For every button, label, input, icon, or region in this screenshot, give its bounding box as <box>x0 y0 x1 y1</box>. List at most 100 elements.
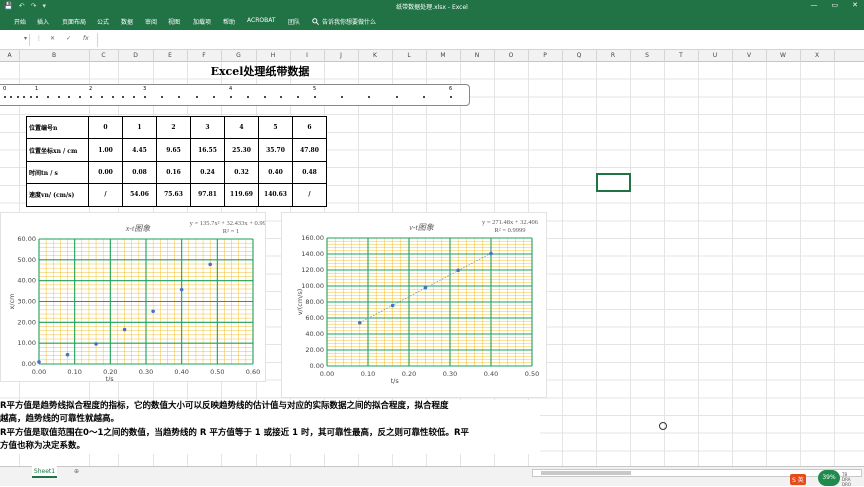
table-cell[interactable]: 75.63 <box>156 183 191 207</box>
column-header-l[interactable]: L <box>392 52 426 59</box>
table-cell[interactable]: 1 <box>122 115 157 140</box>
table-cell[interactable]: 6 <box>292 115 327 140</box>
zoom-level-badge[interactable]: 39% <box>818 470 840 486</box>
add-sheet-icon[interactable]: ⊕ <box>74 468 79 475</box>
column-header-o[interactable]: O <box>494 52 528 59</box>
table-cell[interactable]: 2 <box>156 115 191 140</box>
minimize-button[interactable]: — <box>811 1 818 9</box>
sheet-tab-sheet1[interactable]: Sheet1 <box>32 466 57 478</box>
table-cell[interactable]: 140.63 <box>258 183 293 207</box>
table-cell[interactable]: 1.00 <box>88 138 123 162</box>
data-point[interactable] <box>423 285 428 290</box>
column-header-g[interactable]: G <box>221 52 256 59</box>
column-header-r[interactable]: R <box>596 52 630 59</box>
table-cell[interactable]: 97.81 <box>190 183 225 207</box>
table-cell[interactable]: 9.65 <box>156 138 191 162</box>
table-cell[interactable]: 0.48 <box>292 160 327 185</box>
tab-addins[interactable]: 加载项 <box>193 17 211 26</box>
table-cell[interactable]: 0.40 <box>258 160 293 185</box>
tab-review[interactable]: 审阅 <box>145 17 157 26</box>
tab-data[interactable]: 数据 <box>121 17 133 26</box>
row-header-cell[interactable]: 位置坐标xn / cm <box>26 138 89 162</box>
column-header-c[interactable]: C <box>89 52 118 59</box>
column-header-i[interactable]: I <box>290 52 324 59</box>
column-header-h[interactable]: H <box>256 52 290 59</box>
column-header-w[interactable]: W <box>766 52 800 59</box>
row-header-cell[interactable]: 位置编号n <box>26 115 89 140</box>
table-cell[interactable]: 25.30 <box>224 138 259 162</box>
scrollbar-thumb[interactable] <box>541 471 631 475</box>
row-header-cell[interactable]: 速度vn/ (cm/s) <box>26 183 89 207</box>
tab-home[interactable]: 开始 <box>14 17 26 26</box>
column-header-t[interactable]: T <box>664 52 698 59</box>
column-header-s[interactable]: S <box>630 52 664 59</box>
column-header-f[interactable]: F <box>187 52 221 59</box>
table-cell[interactable]: 0 <box>88 115 123 140</box>
column-header-p[interactable]: P <box>528 52 562 59</box>
data-point[interactable] <box>489 251 493 256</box>
table-cell[interactable]: 0.32 <box>224 160 259 185</box>
table-cell[interactable]: 0.00 <box>88 160 123 185</box>
tab-insert[interactable]: 插入 <box>37 17 49 26</box>
vt-chart[interactable]: 0.00 0.10 0.20 0.30 0.40 0.50 0.00 20.00 40.00 60… <box>281 212 547 398</box>
data-point[interactable] <box>94 342 98 346</box>
column-header-a[interactable]: A <box>0 52 19 59</box>
data-point[interactable] <box>65 352 70 357</box>
tab-team[interactable]: 团队 <box>288 17 300 26</box>
data-point[interactable] <box>37 360 41 364</box>
data-point[interactable] <box>122 327 127 332</box>
table-cell[interactable]: 119.69 <box>224 183 259 207</box>
insert-function-icon[interactable]: fx <box>83 35 89 42</box>
name-box-dropdown-icon[interactable]: ▾ <box>24 35 27 42</box>
ime-indicator[interactable]: S 英 <box>790 474 806 485</box>
formula-input[interactable] <box>97 33 864 47</box>
table-cell[interactable]: 3 <box>190 115 225 140</box>
tell-me-box[interactable]: 告诉我你想要做什么 <box>312 17 376 26</box>
restore-button[interactable]: ▭ <box>832 1 839 9</box>
selected-cell[interactable] <box>596 173 631 192</box>
table-cell[interactable]: / <box>88 183 123 207</box>
formula-bar-options-icon[interactable]: ⋮ <box>36 35 42 42</box>
data-point[interactable] <box>358 320 362 325</box>
table-cell[interactable]: 16.55 <box>190 138 225 162</box>
tab-formulas[interactable]: 公式 <box>97 17 109 26</box>
column-header-n[interactable]: N <box>460 52 494 59</box>
table-cell[interactable]: 47.80 <box>292 138 327 162</box>
tab-view[interactable]: 视图 <box>168 17 180 26</box>
column-header-e[interactable]: E <box>153 52 187 59</box>
cancel-entry-icon[interactable]: ✕ <box>50 35 55 42</box>
table-cell[interactable]: 54.06 <box>122 183 157 207</box>
column-header-v[interactable]: V <box>732 52 766 59</box>
x-tick-label: 0.00 <box>32 368 46 376</box>
column-header-x[interactable]: X <box>800 52 834 59</box>
table-cell[interactable]: 0.08 <box>122 160 157 185</box>
data-point[interactable] <box>390 303 395 308</box>
column-header-j[interactable]: J <box>324 52 358 59</box>
column-header-k[interactable]: K <box>358 52 392 59</box>
close-button[interactable]: ✕ <box>852 1 858 9</box>
tab-acrobat[interactable]: ACROBAT <box>247 17 276 24</box>
tab-page-layout[interactable]: 页面布局 <box>62 17 86 26</box>
data-point[interactable] <box>208 262 212 267</box>
data-point[interactable] <box>179 287 184 292</box>
xt-chart[interactable]: 0.00 0.10 0.20 0.30 0.40 0.50 0.60 0.00 10.00 20.… <box>0 212 266 382</box>
chart-svg: 0.00 0.10 0.20 0.30 0.40 0.50 0.00 20.00 40.00 60… <box>296 219 539 385</box>
table-cell[interactable]: 4.45 <box>122 138 157 162</box>
data-point[interactable] <box>151 309 155 314</box>
confirm-entry-icon[interactable]: ✓ <box>66 35 71 42</box>
table-cell[interactable]: / <box>292 183 327 207</box>
row-header-cell[interactable]: 时间tn / s <box>26 160 89 185</box>
column-header-u[interactable]: U <box>698 52 732 59</box>
table-cell[interactable]: 5 <box>258 115 293 140</box>
column-header-m[interactable]: M <box>426 52 460 59</box>
horizontal-scrollbar[interactable] <box>532 469 862 477</box>
column-header-b[interactable]: B <box>19 52 89 59</box>
table-cell[interactable]: 35.70 <box>258 138 293 162</box>
table-cell[interactable]: 0.24 <box>190 160 225 185</box>
data-point[interactable] <box>456 268 460 273</box>
column-header-d[interactable]: D <box>118 52 153 59</box>
table-cell[interactable]: 4 <box>224 115 259 140</box>
column-header-q[interactable]: Q <box>562 52 596 59</box>
tab-help[interactable]: 帮助 <box>223 17 235 26</box>
table-cell[interactable]: 0.16 <box>156 160 191 185</box>
